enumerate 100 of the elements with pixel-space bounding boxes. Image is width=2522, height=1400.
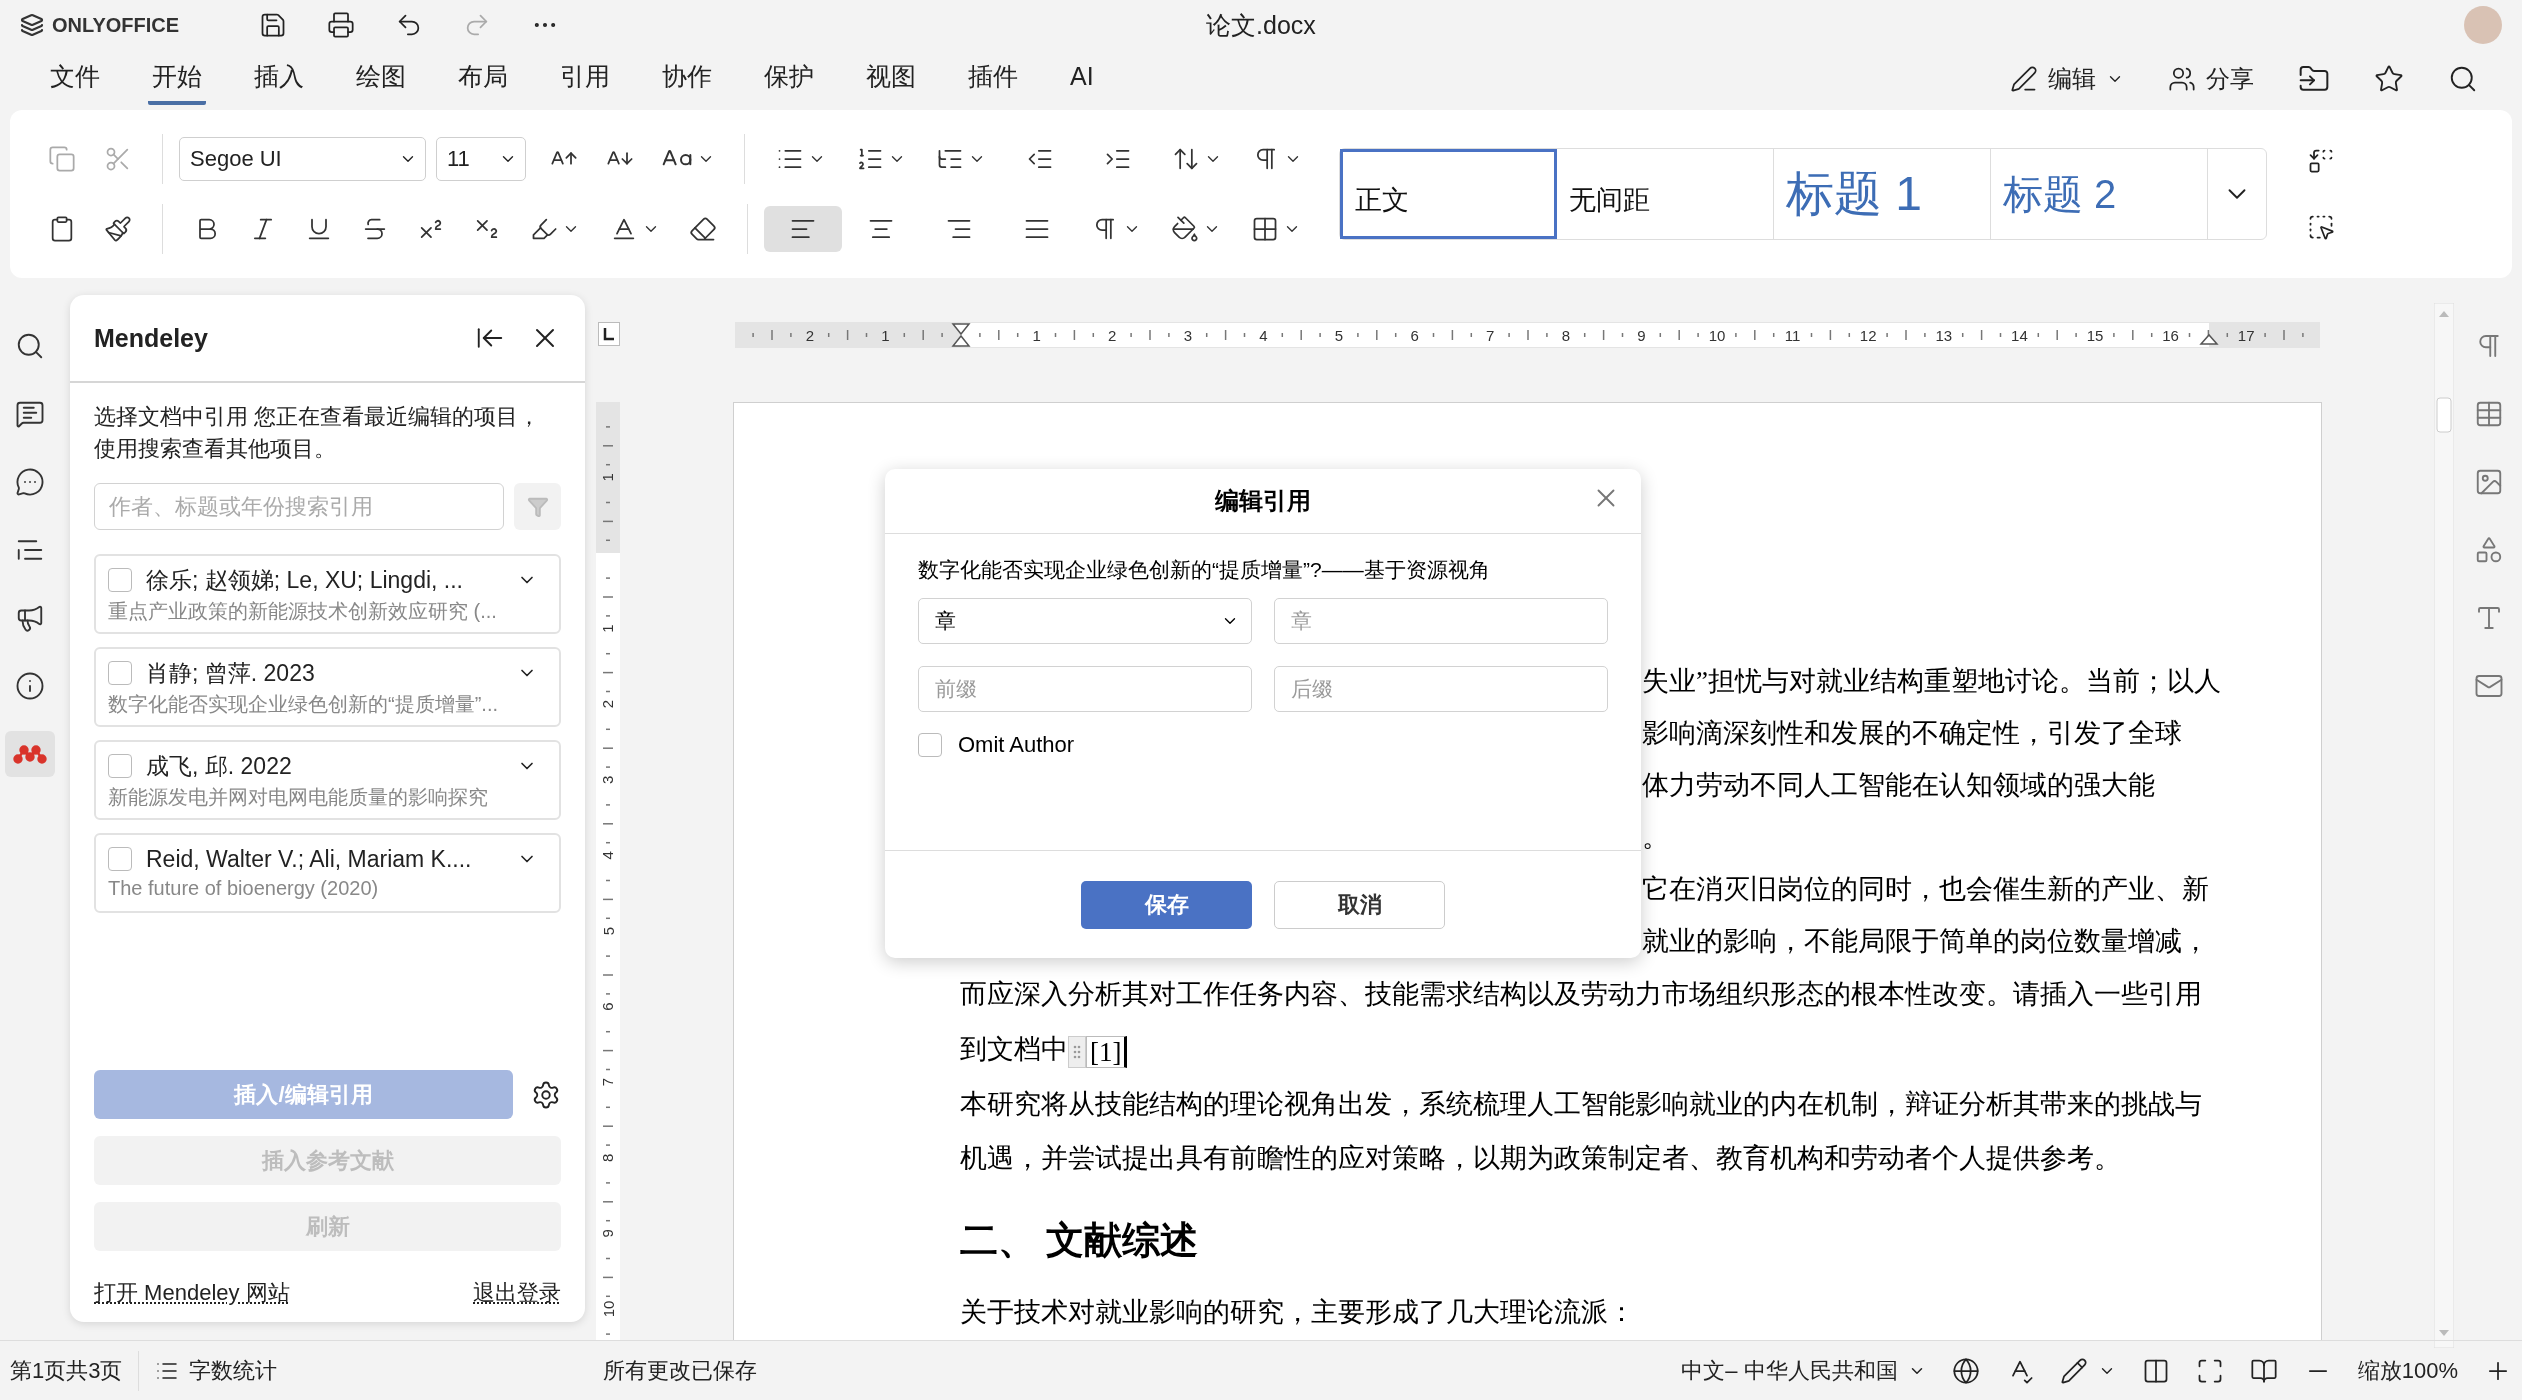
panel-link[interactable]: 打开 Mendeley 网站 [94, 1278, 290, 1308]
locator-select[interactable]: 章 [918, 598, 1252, 644]
save-status: 所有更改已保存 [603, 1356, 758, 1385]
reference-authors: 成飞, 邱. 2022 [146, 751, 293, 781]
tab-stop-icon[interactable] [598, 322, 620, 346]
reference-item[interactable]: 肖静; 曾萍. 2023 数字化能否实现企业绿色创新的“提质增量”... [94, 647, 561, 727]
image-settings-icon[interactable] [2474, 467, 2504, 497]
mendeley-logo-icon[interactable] [13, 743, 47, 765]
replace-icon[interactable] [2307, 147, 2335, 175]
ruler-number: 10 [1708, 327, 1726, 344]
document-text: 关于技术对就业影响的研究，主要形成了几大理论流派： [960, 1297, 1635, 1327]
track-changes-icon[interactable] [2059, 1356, 2088, 1385]
info-icon[interactable] [15, 671, 45, 701]
document-text: 到文档中 [960, 1034, 1068, 1064]
menu-tab[interactable]: 保护 [760, 53, 818, 105]
menu-tab[interactable]: 视图 [862, 53, 920, 105]
logo-icon [20, 13, 44, 37]
reference-item[interactable]: 成飞, 邱. 2022 新能源发电并网对电网电能质量的影响探究 [94, 740, 561, 820]
ruler-number: 13 [1935, 327, 1953, 344]
edit-mode-button[interactable]: 编辑 [2010, 63, 2124, 95]
document-text: 。 [1642, 822, 1669, 852]
indent-marker-icon[interactable] [951, 323, 971, 347]
menu-tab[interactable]: 引用 [556, 53, 614, 105]
drag-handle-icon[interactable] [1068, 1035, 1086, 1068]
borders-icon[interactable] [1251, 215, 1279, 243]
menu-tab[interactable]: AI [1066, 53, 1098, 105]
checkbox[interactable] [108, 754, 132, 778]
menu-tab[interactable]: 文件 [46, 53, 104, 105]
ruler-number: 2 [805, 327, 814, 344]
print-icon[interactable] [327, 11, 356, 39]
globe-icon[interactable] [1951, 1356, 1980, 1385]
share-button[interactable]: 分享 [2168, 63, 2254, 95]
document-title: 论文.docx [1206, 9, 1316, 41]
chat-icon[interactable] [15, 467, 45, 497]
settings-icon[interactable] [531, 1079, 561, 1110]
ruler-number: 3 [599, 775, 617, 784]
ruler-number: 1 [599, 624, 617, 633]
language-button[interactable]: 中文– 中华人民共和国 [1681, 1355, 1926, 1386]
vertical-scrollbar[interactable] [2434, 303, 2454, 1348]
input-field[interactable]: 前缀 [918, 666, 1252, 712]
format-painter-icon[interactable] [104, 215, 132, 243]
dialog-button[interactable]: 保存 [1081, 880, 1252, 929]
citation-field[interactable]: [1] [1086, 1035, 1128, 1068]
input-field[interactable]: 后缀 [1274, 666, 1608, 712]
ruler-number: 9 [599, 1229, 617, 1238]
citation-source: 数字化能否实现企业绿色创新的“提质增量”?——基于资源视角 [918, 557, 1491, 583]
search-field[interactable]: 作者、标题或年份搜索引用 [94, 483, 504, 530]
clear-format-icon[interactable] [689, 215, 717, 243]
style-preset[interactable]: 正文 [1340, 149, 1557, 239]
ruler-number: 17 [2237, 327, 2255, 344]
checkbox[interactable] [108, 661, 132, 685]
reference-authors: 徐乐; 赵领娣; Le, XU; Lingdi, ... [146, 565, 464, 595]
ruler-number: 3 [1183, 327, 1192, 344]
checkbox[interactable] [918, 733, 942, 757]
reference-authors: 肖静; 曾萍. 2023 [146, 658, 316, 688]
star-icon[interactable] [2374, 64, 2404, 94]
comment-icon[interactable] [15, 399, 45, 429]
search-icon[interactable] [2448, 64, 2478, 94]
users-icon[interactable] [2168, 65, 2196, 93]
ruler-number: 2 [1108, 327, 1117, 344]
panel-link[interactable]: 退出登录 [473, 1278, 561, 1308]
input-field[interactable]: 章 [1274, 598, 1608, 644]
reference-item[interactable]: Reid, Walter V.; Ali, Mariam K.... The future of bioenergy (2020) [94, 833, 561, 913]
font-size-select[interactable]: 11 [436, 137, 526, 181]
ruler-number: 2 [599, 700, 617, 709]
shape-settings-icon[interactable] [2474, 535, 2504, 565]
megaphone-icon[interactable] [15, 603, 45, 633]
dialog-button[interactable]: 取消 [1274, 880, 1445, 929]
checkbox[interactable] [108, 568, 132, 592]
reference-item[interactable]: 徐乐; 赵领娣; Le, XU; Lingdi, ... 重点产业政策的新能源技术创新效应研究 (... [94, 554, 561, 634]
menu-tab[interactable]: 开始 [148, 53, 206, 105]
pencil-icon[interactable] [2010, 65, 2038, 93]
shading-icon[interactable] [1171, 215, 1199, 243]
ruler-number: 16 [2162, 327, 2179, 344]
document-text: 失业”担忧与对就业结构重塑地讨论。当前；以人 [1642, 666, 2221, 696]
reference-title: 重点产业政策的新能源技术创新效应研究 (... [108, 599, 498, 624]
select-icon[interactable] [2307, 213, 2335, 241]
document-text: 它在消灭旧岗位的同时，也会催生新的产业、新 [1642, 874, 2209, 904]
ruler-number: 8 [1561, 327, 1570, 344]
page-count[interactable]: 第1页共3页 [10, 1355, 123, 1386]
reference-title: The future of bioenergy (2020) [108, 877, 380, 901]
horizontal-ruler[interactable]: 2 1 1 2 3 4 5 6 7 8 9 10 11 12 13 14 15 16 17 [735, 322, 2320, 348]
menu-tab[interactable]: 绘图 [352, 53, 410, 105]
word-count-button[interactable]: 字数统计 [155, 1355, 278, 1386]
app-logo-text: ONLYOFFICE [52, 13, 180, 37]
checkbox[interactable] [108, 847, 132, 871]
ruler-number: 8 [599, 1153, 617, 1162]
indent-marker-icon[interactable] [2199, 333, 2219, 345]
menu-tab[interactable]: 布局 [454, 53, 512, 105]
menu-tab[interactable]: 协作 [658, 53, 716, 105]
document-text: 影响滴深刻性和发展的不确定性，引发了全球 [1642, 718, 2182, 748]
menu-tab[interactable]: 插件 [964, 53, 1022, 105]
vertical-ruler[interactable]: 1 1 2 3 4 5 6 7 8 9 10 [596, 402, 620, 1340]
ruler-number: 6 [1410, 327, 1419, 344]
zoom-level[interactable]: 缩放100% [2357, 1355, 2458, 1386]
search-icon[interactable] [15, 331, 45, 361]
table-settings-icon[interactable] [2474, 399, 2504, 429]
reference-title: 新能源发电并网对电网电能质量的影响探究 [108, 785, 489, 810]
font-name-select[interactable]: Segoe UI [179, 137, 426, 181]
menu-tab[interactable]: 插入 [250, 53, 308, 105]
